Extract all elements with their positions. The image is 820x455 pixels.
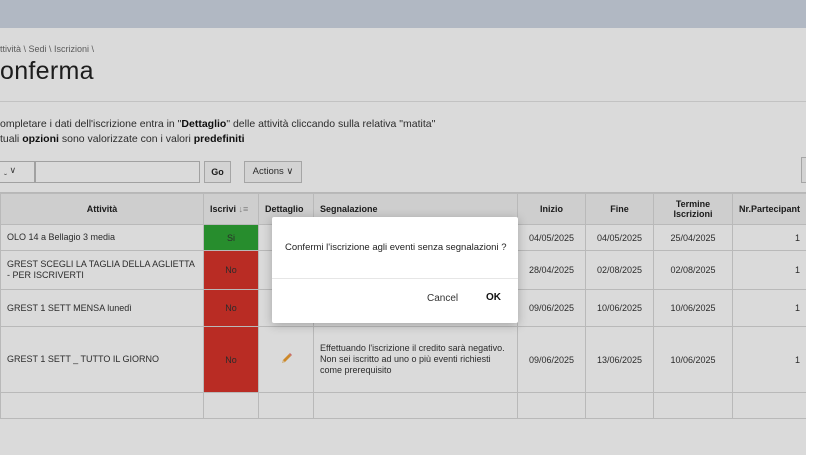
dialog-message: Confermi l'iscrizione agli eventi senza … <box>285 242 507 253</box>
app-page: ttività \ Sedi \ Iscrizioni \ onferma om… <box>0 0 820 455</box>
dialog-divider <box>272 278 518 279</box>
window-right-edge <box>806 0 820 455</box>
confirm-dialog: Confermi l'iscrizione agli eventi senza … <box>272 217 518 323</box>
cancel-button[interactable]: Cancel <box>427 293 458 304</box>
ok-button[interactable]: OK <box>486 292 501 303</box>
